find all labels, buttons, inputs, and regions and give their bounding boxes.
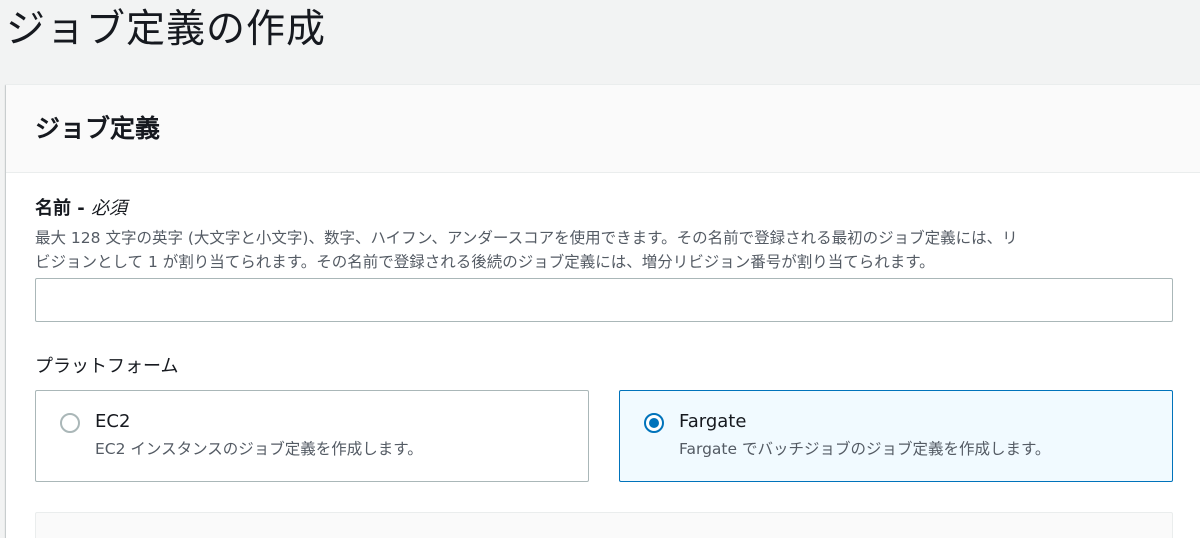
name-field-description: 最大 128 文字の英字 (大文字と小文字)、数字、ハイフン、アンダースコアを使… xyxy=(35,226,1170,274)
fargate-option-title: Fargate xyxy=(679,411,747,432)
name-label-text: 名前 - xyxy=(35,198,92,219)
fargate-option-description: Fargate でバッチジョブのジョブ定義を作成します。 xyxy=(679,440,1051,458)
platform-option-fargate[interactable]: Fargate Fargate でバッチジョブのジョブ定義を作成します。 xyxy=(619,390,1173,482)
ec2-radio-button[interactable] xyxy=(60,413,80,433)
ec2-option-title: EC2 xyxy=(95,411,131,432)
required-marker: 必須 xyxy=(91,198,128,219)
panel-header: ジョブ定義 xyxy=(6,85,1200,173)
panel-title: ジョブ定義 xyxy=(35,114,161,143)
name-description-line-1: 最大 128 文字の英字 (大文字と小文字)、数字、ハイフン、アンダースコアを使… xyxy=(35,229,1018,247)
platform-option-ec2[interactable]: EC2 EC2 インスタンスのジョブ定義を作成します。 xyxy=(35,390,589,482)
platform-label: プラットフォーム xyxy=(35,356,179,377)
page-title: ジョブ定義の作成 xyxy=(6,7,327,52)
name-input[interactable] xyxy=(35,278,1173,322)
name-description-line-2: ビジョンとして 1 が割り当てられます。その名前で登録される後続のジョブ定義には… xyxy=(35,253,935,271)
fargate-radio-button[interactable] xyxy=(644,413,664,433)
name-field-label: 名前 - 必須 xyxy=(35,196,127,222)
next-section-container xyxy=(35,512,1173,538)
ec2-option-description: EC2 インスタンスのジョブ定義を作成します。 xyxy=(95,440,423,458)
